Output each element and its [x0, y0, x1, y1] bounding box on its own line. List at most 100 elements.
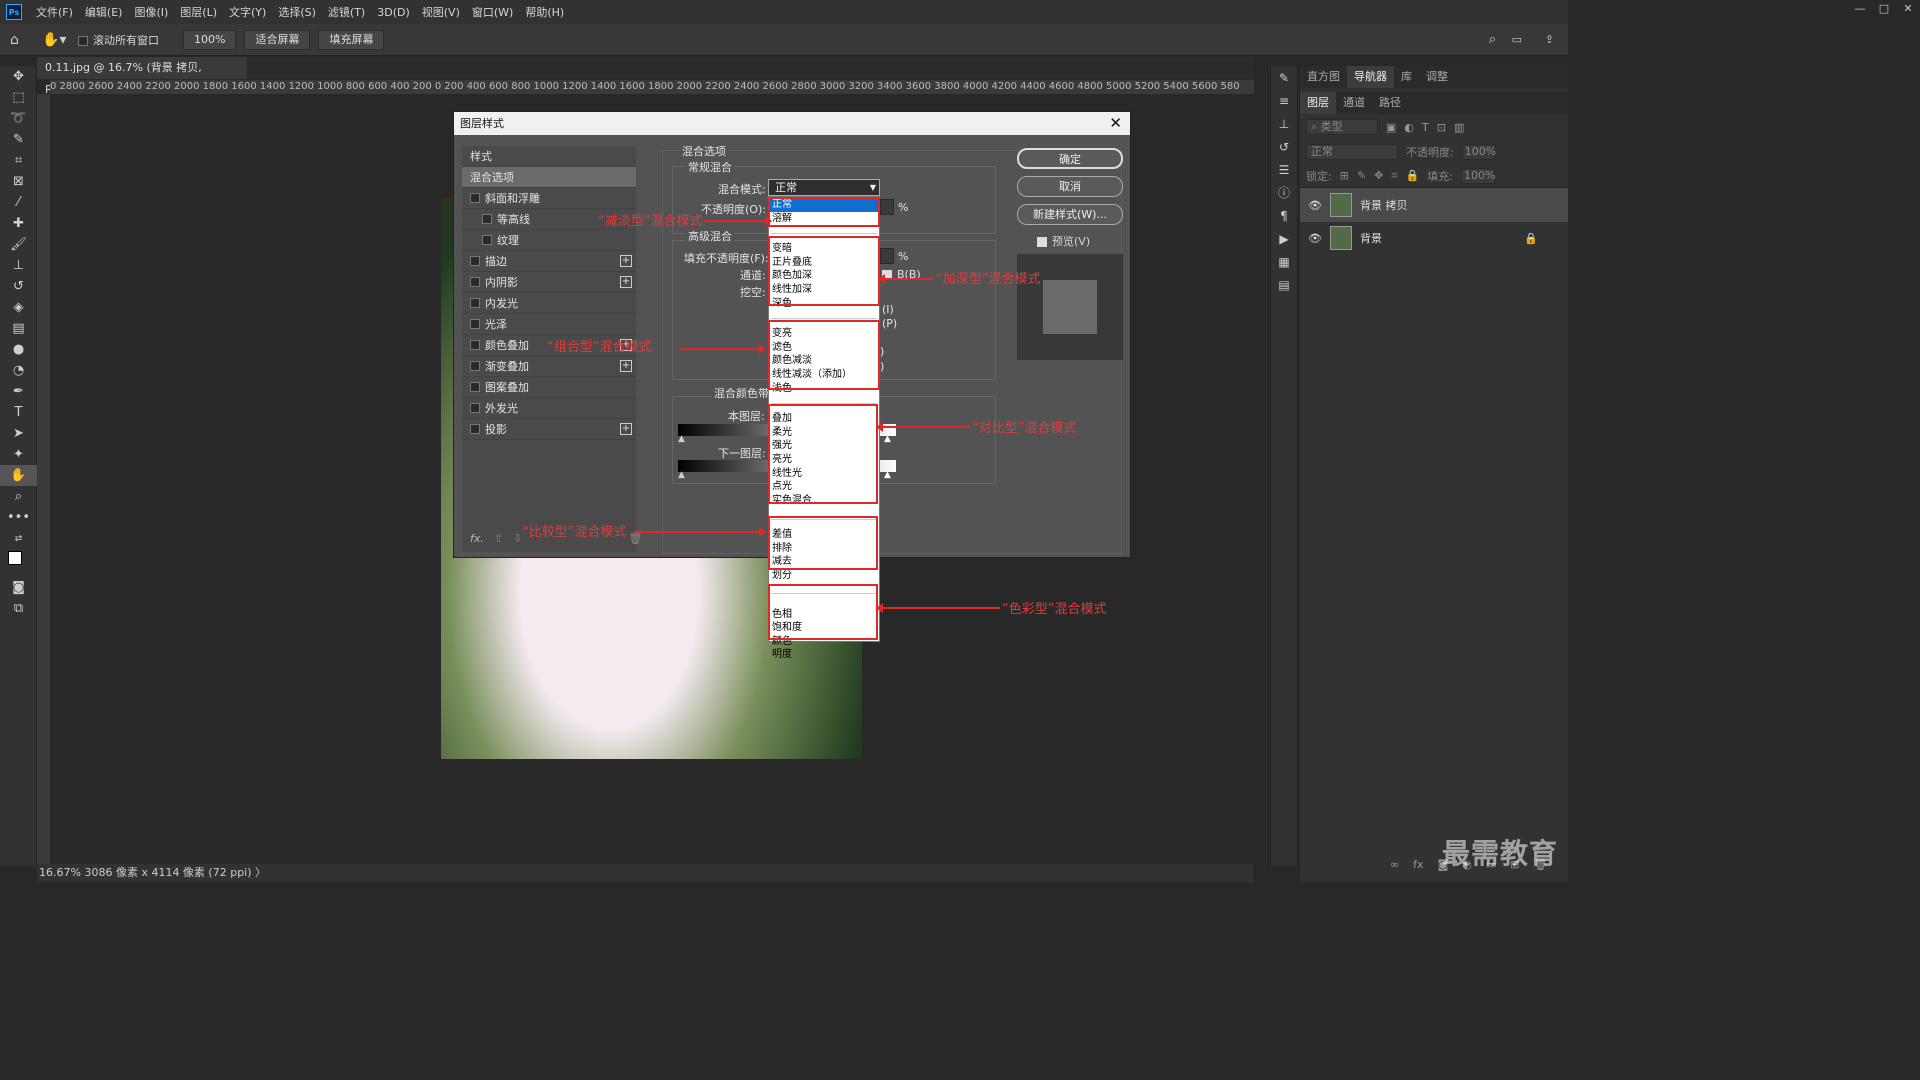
menu-file[interactable]: 文件(F)	[30, 4, 79, 20]
layer-row-bg-copy[interactable]: 👁 背景 拷贝	[1300, 188, 1568, 222]
blend-option[interactable]: 明度	[769, 648, 879, 662]
filter-pixel-icon[interactable]: ▣	[1386, 121, 1396, 134]
menu-window[interactable]: 窗口(W)	[466, 4, 519, 20]
layer-row-background[interactable]: 👁 背景 🔒	[1300, 222, 1568, 254]
layer-fill-input[interactable]: 100%	[1461, 167, 1495, 184]
layer-blend-select[interactable]: 正常	[1306, 144, 1398, 160]
zoom-100-button[interactable]: 100%	[183, 29, 237, 50]
style-gradient-overlay[interactable]: 渐变叠加 +	[462, 356, 636, 377]
menu-image[interactable]: 图像(I)	[128, 4, 174, 20]
blend-mode-select[interactable]: 正常 ▼	[768, 179, 880, 196]
blend-option[interactable]: 划分	[769, 569, 879, 583]
ok-button[interactable]: 确定	[1017, 148, 1123, 169]
menu-type[interactable]: 文字(Y)	[223, 4, 272, 20]
style-satin[interactable]: 光泽	[462, 314, 636, 335]
fit-screen-button[interactable]: 适合屏幕	[244, 29, 311, 50]
style-stroke[interactable]: 描边 +	[462, 251, 636, 272]
style-inner-glow[interactable]: 内发光	[462, 293, 636, 314]
option-paren-1[interactable]: )	[880, 345, 884, 358]
option-p-label[interactable]: (P)	[882, 317, 897, 330]
more-tools-icon[interactable]: •••	[0, 507, 37, 528]
fill-screen-button[interactable]: 填充屏幕	[318, 29, 385, 50]
zoom-readout[interactable]: 16.67%	[39, 866, 81, 879]
status-arrow-icon[interactable]: 〉	[255, 866, 266, 879]
minimize-button[interactable]: —	[1848, 0, 1872, 20]
lasso-tool-icon[interactable]: ➰	[0, 108, 37, 129]
tab-adjustments[interactable]: 调整	[1419, 66, 1455, 88]
style-drop-shadow[interactable]: 投影 +	[462, 419, 636, 440]
tab-layers[interactable]: 图层	[1300, 92, 1336, 114]
dialog-title-bar[interactable]: 图层样式 ✕	[454, 112, 1130, 135]
scroll-all-checkbox[interactable]: 滚动所有窗口	[78, 32, 159, 48]
add-gradient-overlay-icon[interactable]: +	[620, 360, 632, 372]
character-icon[interactable]: ¶	[1271, 204, 1297, 227]
style-blend-options[interactable]: 混合选项	[462, 167, 636, 188]
actions-icon[interactable]: ▶	[1271, 227, 1297, 250]
menu-edit[interactable]: 编辑(E)	[79, 4, 129, 20]
info-icon[interactable]: ⓘ	[1271, 181, 1297, 204]
foreground-color[interactable]	[8, 551, 22, 565]
stamp-tool-icon[interactable]: ⊥	[0, 255, 37, 276]
preview-checkbox[interactable]: 预览(V)	[1037, 233, 1090, 249]
filter-smart-icon[interactable]: ▥	[1454, 121, 1464, 134]
style-outer-glow[interactable]: 外发光	[462, 398, 636, 419]
home-icon[interactable]: ⌂	[10, 32, 34, 48]
notes-icon[interactable]: ▤	[1271, 273, 1297, 296]
lock-move-icon[interactable]: ✥	[1374, 169, 1383, 182]
marquee-tool-icon[interactable]: ⬚	[0, 87, 37, 108]
quick-select-tool-icon[interactable]: ✎	[0, 129, 37, 150]
close-window-button[interactable]: ✕	[1896, 0, 1920, 20]
shape-tool-icon[interactable]: ✦	[0, 444, 37, 465]
swap-colors-icon[interactable]: ⇄	[0, 528, 37, 549]
fx-menu-button[interactable]: fx.	[470, 532, 484, 545]
menu-layer[interactable]: 图层(L)	[174, 4, 223, 20]
hand-tool-icon[interactable]: ✋▾	[42, 32, 70, 48]
slider-handle-white[interactable]: ▲	[884, 470, 891, 480]
filter-adjust-icon[interactable]: ◐	[1404, 121, 1414, 134]
layer-comps-icon[interactable]: ▦	[1271, 250, 1297, 273]
layer-name[interactable]: 背景	[1360, 230, 1382, 246]
brush-settings-icon[interactable]: ✎	[1271, 66, 1297, 89]
tab-histogram[interactable]: 直方图	[1300, 66, 1347, 88]
move-tool-icon[interactable]: ✥	[0, 66, 37, 87]
visibility-eye-icon[interactable]: 👁	[1308, 199, 1322, 212]
menu-select[interactable]: 选择(S)	[272, 4, 322, 20]
fx-icon[interactable]: fx	[1413, 858, 1423, 871]
gradient-tool-icon[interactable]: ▤	[0, 318, 37, 339]
clone-source-icon[interactable]: ⊥	[1271, 112, 1297, 135]
new-style-button[interactable]: 新建样式(W)...	[1017, 204, 1123, 225]
color-swatches[interactable]	[0, 549, 37, 577]
add-stroke-icon[interactable]: +	[620, 255, 632, 267]
menu-help[interactable]: 帮助(H)	[519, 4, 570, 20]
opacity-input[interactable]	[880, 199, 894, 215]
blur-tool-icon[interactable]: ●	[0, 339, 37, 360]
maximize-button[interactable]: □	[1872, 0, 1896, 20]
tab-navigator[interactable]: 导航器	[1347, 66, 1394, 88]
move-up-icon[interactable]: ⇧	[494, 532, 503, 545]
slider-handle-black[interactable]: ▲	[678, 470, 685, 480]
layer-opacity-input[interactable]: 100%	[1461, 144, 1496, 160]
quick-mask-icon[interactable]: ◙	[0, 577, 37, 598]
healing-tool-icon[interactable]: ✚	[0, 213, 37, 234]
properties-icon[interactable]: ☰	[1271, 158, 1297, 181]
layer-filter-select[interactable]: ⌕ 类型	[1306, 119, 1378, 135]
move-down-icon[interactable]: ⇩	[513, 532, 522, 545]
add-drop-shadow-icon[interactable]: +	[620, 423, 632, 435]
eyedropper-tool-icon[interactable]: ⁄	[0, 192, 37, 213]
fill-opacity-input[interactable]	[880, 248, 894, 264]
filter-shape-icon[interactable]: ⊡	[1437, 121, 1446, 134]
layer-name[interactable]: 背景 拷贝	[1360, 197, 1408, 213]
document-tab[interactable]: 0.11.jpg @ 16.7% (背景 拷贝, RGB/8*) * ×	[37, 57, 247, 96]
dialog-close-icon[interactable]: ✕	[1109, 114, 1122, 132]
type-tool-icon[interactable]: T	[0, 402, 37, 423]
share-icon[interactable]: ⇪	[1545, 33, 1554, 46]
style-bevel-emboss[interactable]: 斜面和浮雕	[462, 188, 636, 209]
tab-paths[interactable]: 路径	[1372, 92, 1408, 114]
tab-libraries[interactable]: 库	[1394, 66, 1419, 88]
pen-tool-icon[interactable]: ✒	[0, 381, 37, 402]
lock-artboard-icon[interactable]: ⌗	[1391, 169, 1397, 183]
adjust-icon[interactable]: ≡	[1271, 89, 1297, 112]
lock-paint-icon[interactable]: ✎	[1357, 169, 1366, 182]
dodge-tool-icon[interactable]: ◔	[0, 360, 37, 381]
brush-tool-icon[interactable]: 🖌	[0, 234, 37, 255]
